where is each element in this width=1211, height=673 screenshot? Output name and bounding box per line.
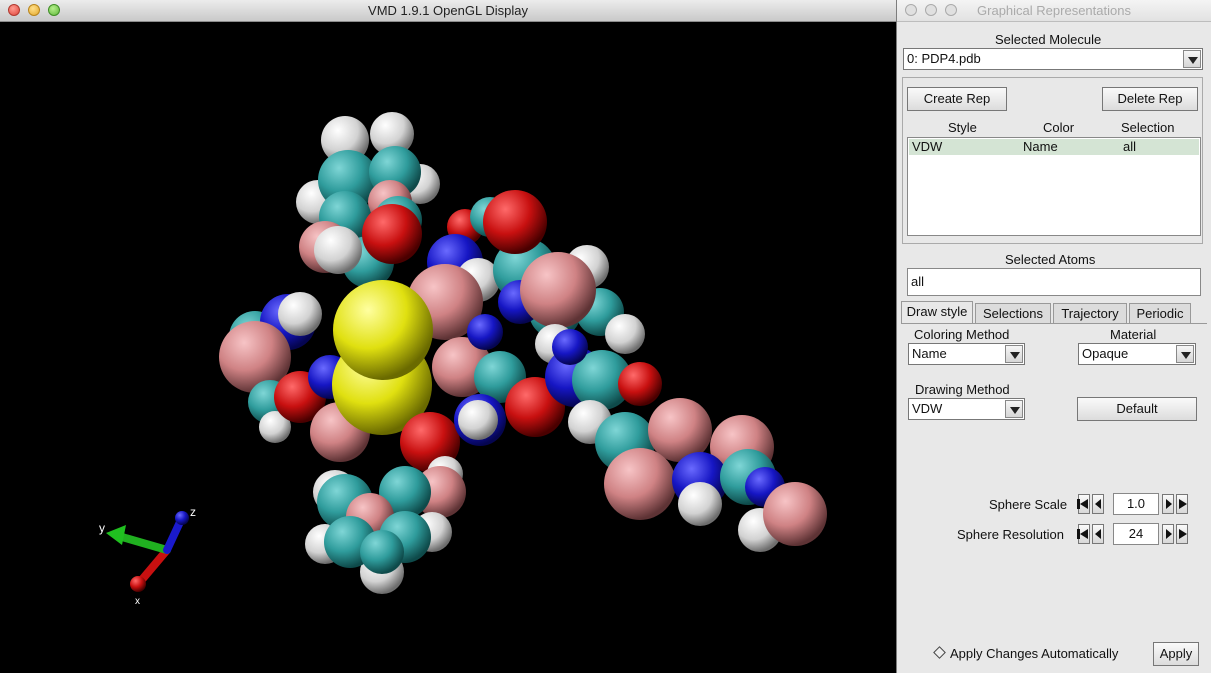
atom-oxygen	[362, 204, 422, 264]
z-axis	[163, 518, 184, 554]
atom-oxygen	[483, 190, 547, 254]
column-selection: Selection	[1121, 120, 1175, 135]
reps-window-title: Graphical Representations	[977, 3, 1131, 18]
drawing-method-value: VDW	[912, 401, 943, 416]
tab-selections[interactable]: Selections	[975, 303, 1051, 323]
reps-group: Create Rep Delete Rep Style Color Select…	[902, 77, 1203, 244]
drawing-method-label: Drawing Method	[915, 382, 1010, 397]
sphere-scale-decrease-fast-button[interactable]	[1078, 494, 1090, 514]
rep-selection: all	[1123, 139, 1137, 154]
atom-other	[520, 252, 596, 328]
column-color: Color	[1043, 120, 1075, 135]
atom-nitrogen	[552, 329, 588, 365]
sphere-resolution-input[interactable]: 24	[1113, 523, 1159, 545]
atom-sulfur	[333, 280, 433, 380]
minimize-window-icon[interactable]	[28, 4, 40, 16]
reps-titlebar[interactable]: Graphical Representations	[897, 0, 1211, 22]
sphere-resolution-increase-button[interactable]	[1162, 524, 1174, 544]
atom-nitrogen	[467, 314, 503, 350]
default-button[interactable]: Default	[1077, 397, 1197, 421]
atom-hydrogen	[678, 482, 722, 526]
vdw-molecule	[219, 112, 827, 594]
close-window-icon[interactable]	[905, 4, 917, 16]
zoom-window-icon[interactable]	[48, 4, 60, 16]
atom-carbon	[360, 530, 404, 574]
z-axis-cone	[175, 511, 189, 525]
selected-molecule-label: Selected Molecule	[995, 32, 1102, 47]
coloring-method-label: Coloring Method	[914, 327, 1010, 342]
axes-triad: y z x	[99, 505, 196, 607]
chevron-down-icon	[1005, 400, 1023, 418]
create-rep-button[interactable]: Create Rep	[907, 87, 1007, 111]
chevron-down-icon	[1183, 50, 1201, 68]
apply-auto-label: Apply Changes Automatically	[950, 646, 1119, 661]
y-axis	[118, 533, 171, 554]
atom-hydrogen	[458, 400, 498, 440]
rep-row[interactable]: VDW Name all	[909, 139, 1199, 155]
x-axis-label: x	[135, 596, 140, 607]
coloring-method-value: Name	[912, 346, 947, 361]
molecule-viewport[interactable]: y z x	[0, 22, 896, 673]
zoom-window-icon[interactable]	[945, 4, 957, 16]
atom-oxygen	[618, 362, 662, 406]
opengl-titlebar[interactable]: VMD 1.9.1 OpenGL Display	[0, 0, 896, 22]
rep-color: Name	[1023, 139, 1058, 154]
delete-rep-button[interactable]: Delete Rep	[1102, 87, 1198, 111]
selected-atoms-label: Selected Atoms	[1005, 252, 1096, 267]
coloring-method-select[interactable]: Name	[908, 343, 1025, 365]
y-axis-label: y	[99, 521, 105, 535]
sphere-scale-increase-fast-button[interactable]	[1176, 494, 1188, 514]
sphere-scale-increase-button[interactable]	[1162, 494, 1174, 514]
sphere-scale-decrease-button[interactable]	[1092, 494, 1104, 514]
close-window-icon[interactable]	[8, 4, 20, 16]
z-axis-label: z	[190, 505, 196, 519]
opengl-window-title: VMD 1.9.1 OpenGL Display	[368, 3, 528, 18]
rep-style: VDW	[912, 139, 943, 154]
material-label: Material	[1110, 327, 1157, 342]
atom-other	[763, 482, 827, 546]
atom-hydrogen	[314, 226, 362, 274]
sphere-resolution-decrease-button[interactable]	[1092, 524, 1104, 544]
sphere-resolution-decrease-fast-button[interactable]	[1078, 524, 1090, 544]
drawing-method-select[interactable]: VDW	[908, 398, 1025, 420]
reps-list[interactable]: VDW Name all	[907, 137, 1201, 236]
apply-button[interactable]: Apply	[1153, 642, 1199, 666]
apply-auto-toggle[interactable]	[933, 646, 946, 659]
atom-hydrogen	[278, 292, 322, 336]
selected-molecule-value: 0: PDP4.pdb	[907, 51, 981, 66]
tab-divider	[901, 323, 1207, 324]
sphere-resolution-increase-fast-button[interactable]	[1176, 524, 1188, 544]
x-axis	[136, 546, 171, 586]
opengl-display-window: VMD 1.9.1 OpenGL Display y z x	[0, 0, 896, 673]
selected-molecule-select[interactable]: 0: PDP4.pdb	[903, 48, 1203, 70]
sphere-scale-input[interactable]: 1.0	[1113, 493, 1159, 515]
atom-hydrogen	[605, 314, 645, 354]
atom-other	[604, 448, 676, 520]
tab-periodic[interactable]: Periodic	[1129, 303, 1191, 323]
material-value: Opaque	[1082, 346, 1129, 361]
material-select[interactable]: Opaque	[1078, 343, 1196, 365]
column-style: Style	[948, 120, 977, 135]
sphere-scale-label: Sphere Scale	[989, 497, 1068, 512]
tab-draw-style[interactable]: Draw style	[901, 301, 973, 323]
minimize-window-icon[interactable]	[925, 4, 937, 16]
graphical-representations-window: Graphical Representations Selected Molec…	[896, 0, 1211, 673]
tab-trajectory[interactable]: Trajectory	[1053, 303, 1127, 323]
sphere-resolution-label: Sphere Resolution	[957, 527, 1064, 542]
chevron-down-icon	[1176, 345, 1194, 363]
y-axis-cone	[106, 525, 126, 545]
x-axis-cone	[130, 576, 146, 592]
chevron-down-icon	[1005, 345, 1023, 363]
selected-atoms-input[interactable]: all	[907, 268, 1201, 296]
